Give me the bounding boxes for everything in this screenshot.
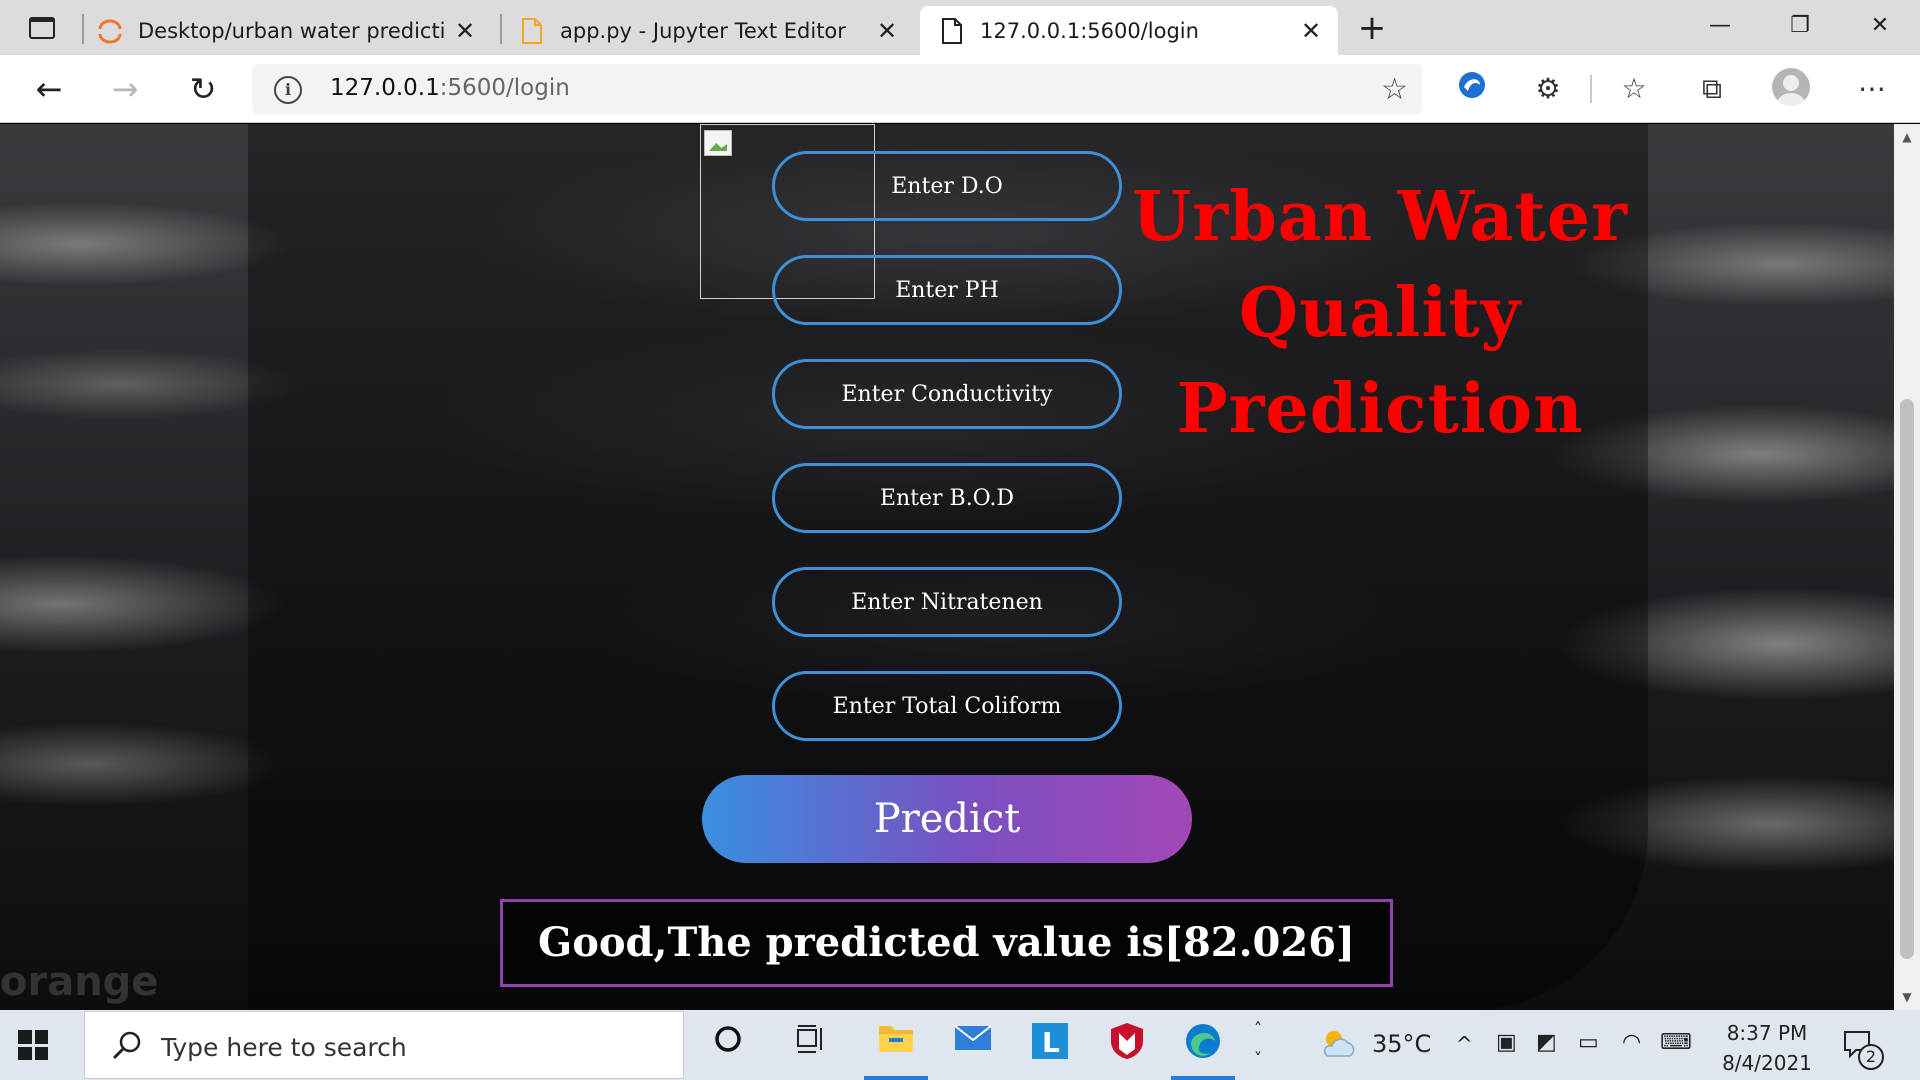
start-button[interactable]	[18, 1030, 48, 1060]
total-coliform-input[interactable]	[772, 671, 1122, 741]
file-explorer-icon[interactable]	[864, 1021, 928, 1080]
scrollbar-thumb[interactable]	[1900, 399, 1914, 959]
browser-tab-strip: Desktop/urban water prediction/ ✕ app.py…	[0, 0, 1920, 55]
minimize-button[interactable]: —	[1690, 8, 1750, 44]
tab-desktop-urban-water[interactable]: Desktop/urban water prediction/ ✕	[96, 6, 492, 55]
weather-icon[interactable]	[1318, 1026, 1358, 1066]
svg-text:L: L	[1042, 1026, 1060, 1059]
collections-icon[interactable]: ⧉	[1692, 69, 1732, 109]
url-host: 127.0.0.1	[330, 75, 440, 101]
search-icon	[112, 1031, 141, 1060]
title-line-1: Urban Water Quality	[1132, 177, 1628, 353]
meet-now-icon[interactable]: ▣	[1496, 1030, 1517, 1055]
search-placeholder: Type here to search	[161, 1033, 407, 1062]
page-viewport: Urban Water Quality Prediction Predict G…	[0, 124, 1894, 1010]
scroll-up-icon[interactable]: ▲	[1894, 124, 1920, 150]
l-app-icon[interactable]: L	[1026, 1021, 1074, 1069]
windows-taskbar: Type here to search L ˄ ˅ 35°C ^ ▣ ◩ ▭ ◠ …	[0, 1010, 1920, 1080]
tab-label: Desktop/urban water prediction/	[138, 18, 444, 43]
back-button[interactable]: ←	[28, 69, 70, 109]
wifi-icon[interactable]: ◠	[1622, 1030, 1641, 1055]
weather-temperature: 35°C	[1372, 1030, 1432, 1058]
tab-separator	[82, 14, 84, 44]
add-favorite-icon[interactable]: ☆	[1381, 72, 1408, 107]
profile-avatar[interactable]	[1772, 68, 1810, 106]
keyboard-icon[interactable]: ⌨	[1660, 1030, 1692, 1055]
edge-extension-icon[interactable]	[1452, 69, 1492, 109]
cortana-icon[interactable]	[704, 1021, 752, 1069]
camera-tray-icon[interactable]: ◩	[1536, 1030, 1557, 1055]
tab-label: app.py - Jupyter Text Editor	[560, 18, 846, 43]
taskbar-scroll-icon[interactable]: ˄ ˅	[1254, 1014, 1262, 1074]
toolbar-separator	[1590, 75, 1592, 103]
close-tab-icon[interactable]: ✕	[874, 18, 900, 44]
jupyter-icon	[96, 17, 124, 45]
clock-date: 8/4/2021	[1722, 1051, 1812, 1075]
battery-icon[interactable]: ▭	[1578, 1030, 1599, 1055]
mail-icon[interactable]	[949, 1021, 997, 1069]
notification-center-icon[interactable]: 2	[1842, 1028, 1884, 1070]
tab-separator	[500, 14, 502, 44]
nitratenen-input[interactable]	[772, 567, 1122, 637]
browser-toolbar: ← → ↻ i 127.0.0.1:5600/login ☆ ⚙ ☆ ⧉ ⋯	[0, 55, 1920, 123]
taskbar-search-box[interactable]: Type here to search	[84, 1011, 684, 1079]
prediction-result: Good,The predicted value is[82.026]	[500, 899, 1393, 987]
extensions-icon[interactable]: ⚙	[1528, 69, 1568, 109]
clock-time: 8:37 PM	[1726, 1021, 1808, 1045]
page-icon	[938, 17, 966, 45]
scroll-down-icon[interactable]: ▼	[1894, 984, 1920, 1010]
tab-label: 127.0.0.1:5600/login	[980, 18, 1199, 43]
tab-actions-menu-icon[interactable]	[24, 14, 60, 42]
edge-browser-icon[interactable]	[1171, 1021, 1235, 1080]
bod-input[interactable]	[772, 463, 1122, 533]
background-watermark: orange	[0, 959, 159, 1005]
close-tab-icon[interactable]: ✕	[1298, 18, 1324, 44]
notification-count-badge: 2	[1858, 1044, 1884, 1070]
close-tab-icon[interactable]: ✕	[452, 18, 478, 44]
refresh-button[interactable]: ↻	[182, 69, 224, 109]
settings-more-icon[interactable]: ⋯	[1852, 69, 1892, 109]
title-line-2: Prediction	[1176, 369, 1584, 449]
show-hidden-icons-icon[interactable]: ^	[1456, 1032, 1473, 1056]
page-title: Urban Water Quality Prediction	[990, 169, 1770, 457]
predict-button[interactable]: Predict	[702, 775, 1192, 863]
task-view-icon[interactable]	[787, 1021, 835, 1069]
address-bar[interactable]: i 127.0.0.1:5600/login ☆	[252, 64, 1422, 114]
site-info-icon[interactable]: i	[274, 76, 302, 104]
tab-login[interactable]: 127.0.0.1:5600/login ✕	[920, 6, 1338, 55]
mcafee-icon[interactable]	[1103, 1021, 1151, 1069]
url-path: :5600/login	[439, 75, 570, 101]
favorites-icon[interactable]: ☆	[1614, 69, 1654, 109]
vertical-scrollbar[interactable]: ▲ ▼	[1894, 124, 1920, 1010]
tab-app-py[interactable]: app.py - Jupyter Text Editor ✕	[518, 6, 914, 55]
file-icon	[518, 17, 546, 45]
new-tab-button[interactable]: +	[1352, 8, 1392, 48]
url-text: 127.0.0.1:5600/login	[330, 75, 570, 101]
forward-button[interactable]: →	[104, 69, 146, 109]
system-clock[interactable]: 8:37 PM 8/4/2021	[1712, 1018, 1822, 1078]
close-window-button[interactable]: ✕	[1850, 8, 1910, 44]
broken-image-icon	[704, 130, 732, 156]
restore-button[interactable]: ❐	[1770, 8, 1830, 44]
